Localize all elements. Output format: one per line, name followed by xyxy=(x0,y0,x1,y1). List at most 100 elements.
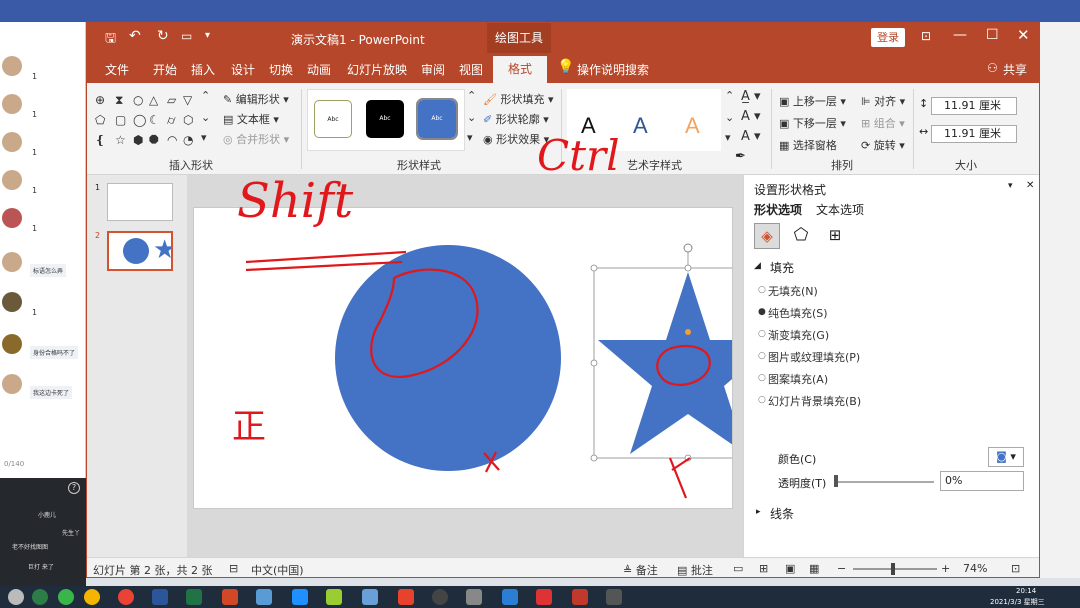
tab-text-options[interactable]: 文本选项 xyxy=(816,201,864,218)
style-gallery-up-icon[interactable]: ⌃ xyxy=(467,89,476,102)
shape-outline-button[interactable]: ✐ 形状轮廓 ▾ xyxy=(483,111,549,127)
radio-solid-fill[interactable]: ● xyxy=(758,307,766,317)
shape-width-field[interactable]: 11.91 厘米 xyxy=(931,125,1017,143)
zoom-slider-thumb[interactable] xyxy=(891,563,895,575)
selection-pane-button[interactable]: ▦ 选择窗格 xyxy=(779,137,837,153)
zoom-out-icon[interactable]: − xyxy=(837,562,846,575)
browser-icon[interactable] xyxy=(84,589,100,605)
word-icon[interactable] xyxy=(152,589,168,605)
send-backward-button[interactable]: ▣ 下移一层 ▾ xyxy=(779,115,846,131)
reading-view-icon[interactable]: ▣ xyxy=(785,562,795,575)
text-fill-icon[interactable]: A̲ ▾ xyxy=(741,89,761,104)
radio-background-fill[interactable]: ○ xyxy=(758,395,766,405)
effects-pentagon-icon[interactable]: ⬠ xyxy=(788,223,814,249)
shapes-gallery[interactable]: ⊕ ⧗ ○ △ ▱ ▽ ⬠ ▢ ◯ ☾ ⌭ ⬡ ❴ ☆ ⬢ ⯃ ◠ ◔ xyxy=(93,91,197,151)
tab-review[interactable]: 审阅 xyxy=(421,61,445,78)
down-triangle-shape-icon[interactable]: ▽ xyxy=(183,93,192,107)
slide-2[interactable]: 正 xyxy=(193,207,733,509)
ribbon-display-icon[interactable]: ⊡ xyxy=(921,29,931,43)
option-no-fill[interactable]: 无填充(N) xyxy=(768,283,818,299)
chrome-icon[interactable] xyxy=(118,589,134,605)
half-circle-shape-icon[interactable]: ◔ xyxy=(183,133,193,147)
line-shape-icon[interactable]: ⊕ xyxy=(95,93,105,107)
transparency-slider-thumb[interactable] xyxy=(834,475,838,487)
excel-icon[interactable] xyxy=(186,589,202,605)
line-section-header[interactable]: 线条 xyxy=(770,505,794,522)
tab-transitions[interactable]: 切换 xyxy=(269,61,293,78)
pane-options-icon[interactable]: ▾ xyxy=(1008,181,1013,191)
cube-shape-icon[interactable]: ⬡ xyxy=(183,113,193,127)
pane-close-icon[interactable]: ✕ xyxy=(1026,180,1034,191)
radio-picture-fill[interactable]: ○ xyxy=(758,351,766,361)
text-box-button[interactable]: ▤ 文本框 ▾ xyxy=(223,111,279,127)
wordart-down-icon[interactable]: ⌄ xyxy=(725,111,734,124)
app-icon[interactable] xyxy=(292,589,308,605)
merge-shapes-button[interactable]: ◎ 合并形状 ▾ xyxy=(223,131,289,147)
radio-no-fill[interactable]: ○ xyxy=(758,285,766,295)
shape-height-field[interactable]: 11.91 厘米 xyxy=(931,97,1017,115)
tab-home[interactable]: 开始 xyxy=(153,61,177,78)
zoom-level[interactable]: 74% xyxy=(963,562,987,575)
app-icon[interactable] xyxy=(256,589,272,605)
size-properties-icon[interactable]: ⊞ xyxy=(822,223,848,249)
triangle-shape-icon[interactable]: △ xyxy=(149,93,158,107)
tab-view[interactable]: 视图 xyxy=(459,61,483,78)
style-gallery-down-icon[interactable]: ⌄ xyxy=(467,111,476,124)
option-gradient-fill[interactable]: 渐变填充(G) xyxy=(768,327,829,343)
fill-section-header[interactable]: 填充 xyxy=(770,259,794,276)
text-effects-icon[interactable]: A ▾ xyxy=(741,129,761,144)
tab-file[interactable]: 文件 xyxy=(105,61,129,78)
tell-me-search[interactable]: 操作说明搜索 xyxy=(577,61,649,78)
transparency-input[interactable]: 0% xyxy=(940,471,1024,491)
circle-shape-icon[interactable]: ○ xyxy=(133,93,143,107)
save-icon[interactable]: 🖫 xyxy=(105,29,116,51)
color-picker-button[interactable]: ◙ ▾ xyxy=(988,447,1024,467)
wordart-orange[interactable]: A xyxy=(685,113,700,139)
redo-icon[interactable]: ↻ xyxy=(157,28,169,44)
app-icon[interactable] xyxy=(32,589,48,605)
edit-shape-button[interactable]: ✎ 编辑形状 ▾ xyxy=(223,91,289,107)
gallery-more-icon[interactable]: ▾ xyxy=(201,131,207,144)
gallery-up-icon[interactable]: ⌃ xyxy=(201,89,210,102)
language-status[interactable]: 中文(中国) xyxy=(251,562,304,577)
style-gallery-more-icon[interactable]: ▾ xyxy=(467,131,473,144)
app-icon[interactable] xyxy=(432,589,448,605)
gallery-down-icon[interactable]: ⌄ xyxy=(201,111,210,124)
maximize-icon[interactable]: ☐ xyxy=(986,27,999,43)
transparency-slider[interactable] xyxy=(836,481,934,483)
star-shape[interactable] xyxy=(598,272,733,454)
undo-icon[interactable]: ↶ xyxy=(129,28,141,44)
app-icon[interactable] xyxy=(572,589,588,605)
oval-shape-icon[interactable]: ◯ xyxy=(133,113,146,127)
cylinder-shape-icon[interactable]: ⌭ xyxy=(167,113,176,128)
powerpoint-icon[interactable] xyxy=(222,589,238,605)
help-icon[interactable]: ? xyxy=(68,482,80,494)
style-preset-dark[interactable]: Abc xyxy=(366,100,404,138)
login-button[interactable]: 登录 xyxy=(871,28,905,47)
minimize-icon[interactable]: — xyxy=(953,27,967,43)
spellcheck-icon[interactable]: ⊟ xyxy=(229,562,238,575)
option-solid-fill[interactable]: 纯色填充(S) xyxy=(768,305,828,321)
normal-view-icon[interactable]: ▭ xyxy=(733,562,743,575)
tab-format[interactable]: 格式 xyxy=(493,56,547,83)
style-preset-outline[interactable]: Abc xyxy=(314,100,352,138)
app-icon[interactable] xyxy=(326,589,342,605)
tab-insert[interactable]: 插入 xyxy=(191,61,215,78)
app-icon[interactable] xyxy=(398,589,414,605)
rotate-button[interactable]: ⟳ 旋转 ▾ xyxy=(861,137,905,153)
app-icon[interactable] xyxy=(466,589,482,605)
wordart-up-icon[interactable]: ⌃ xyxy=(725,89,734,102)
wordart-blue[interactable]: A xyxy=(633,113,648,139)
bracket-shape-icon[interactable]: ❴ xyxy=(95,133,105,147)
slide-thumbnail-2[interactable]: ★ xyxy=(107,231,173,271)
octagon-shape-icon[interactable]: ⯃ xyxy=(149,133,159,148)
radio-gradient-fill[interactable]: ○ xyxy=(758,329,766,339)
zoom-slider[interactable] xyxy=(853,568,937,570)
style-preset-blue[interactable]: Abc xyxy=(416,98,458,140)
app-icon[interactable] xyxy=(502,589,518,605)
group-button[interactable]: ⊞ 组合 ▾ xyxy=(861,115,905,131)
rounded-rect-shape-icon[interactable]: ▢ xyxy=(115,113,126,127)
adjust-handle[interactable] xyxy=(685,329,691,335)
bring-forward-button[interactable]: ▣ 上移一层 ▾ xyxy=(779,93,846,109)
app-icon[interactable] xyxy=(58,589,74,605)
